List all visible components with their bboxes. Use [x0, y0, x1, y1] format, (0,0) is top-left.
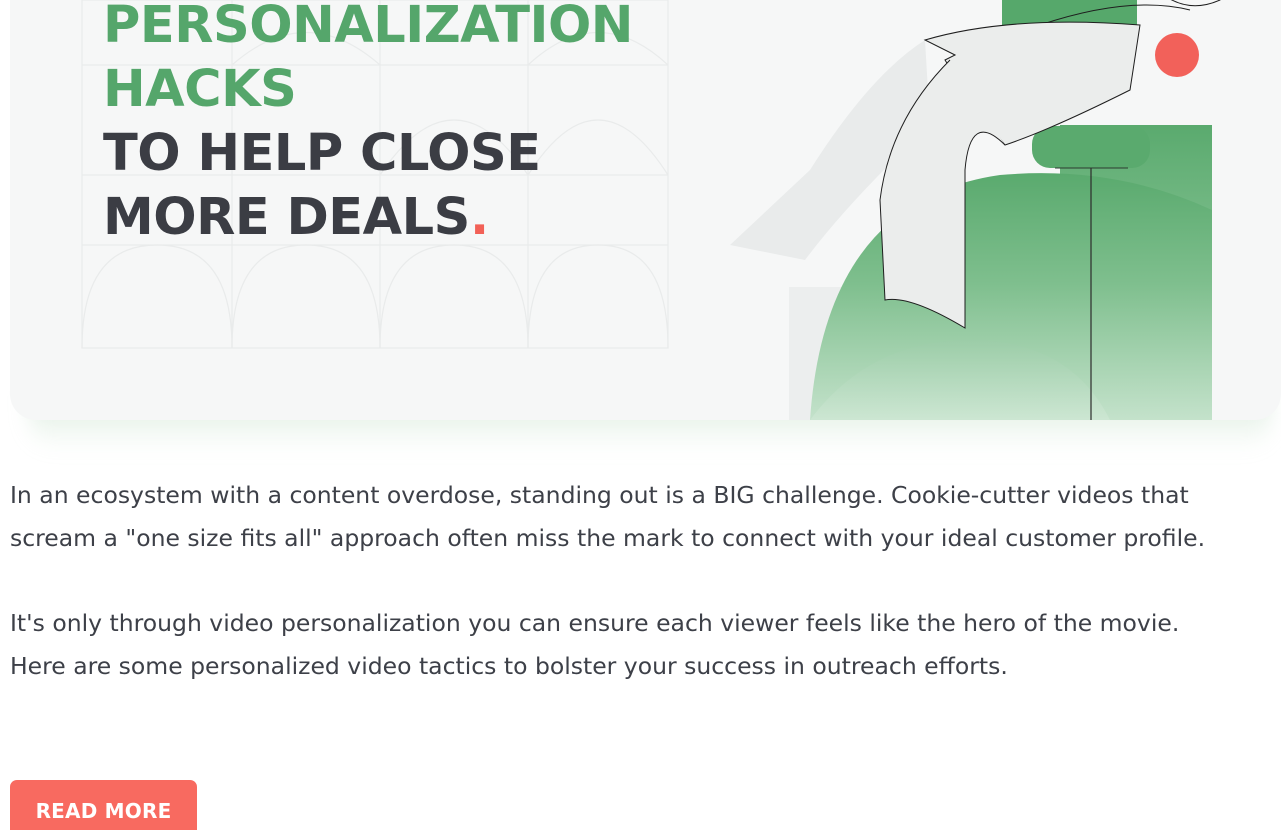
hero-headline: PERSONALIZATION HACKS TO HELP CLOSE MORE… — [103, 0, 634, 250]
headline-line-3: TO HELP CLOSE — [103, 124, 541, 183]
headline-line-2: HACKS — [103, 60, 297, 119]
paragraph-intro: In an ecosystem with a content overdose,… — [10, 481, 1206, 552]
article-excerpt: In an ecosystem with a content overdose,… — [10, 474, 1210, 730]
paragraph-second: It's only through video personalization … — [10, 609, 1180, 680]
red-dot — [1155, 33, 1199, 77]
headline-line-1: PERSONALIZATION — [103, 0, 634, 55]
hero-banner: PERSONALIZATION HACKS TO HELP CLOSE MORE… — [10, 0, 1281, 420]
stool-seat — [1032, 126, 1150, 168]
read-more-button[interactable]: READ MORE — [10, 780, 197, 830]
headline-dot: . — [469, 188, 489, 247]
headline-line-4: MORE DEALS. — [103, 186, 633, 250]
headline-line-4-text: MORE DEALS — [103, 188, 470, 247]
blog-post-page: PERSONALIZATION HACKS TO HELP CLOSE MORE… — [0, 0, 1281, 830]
